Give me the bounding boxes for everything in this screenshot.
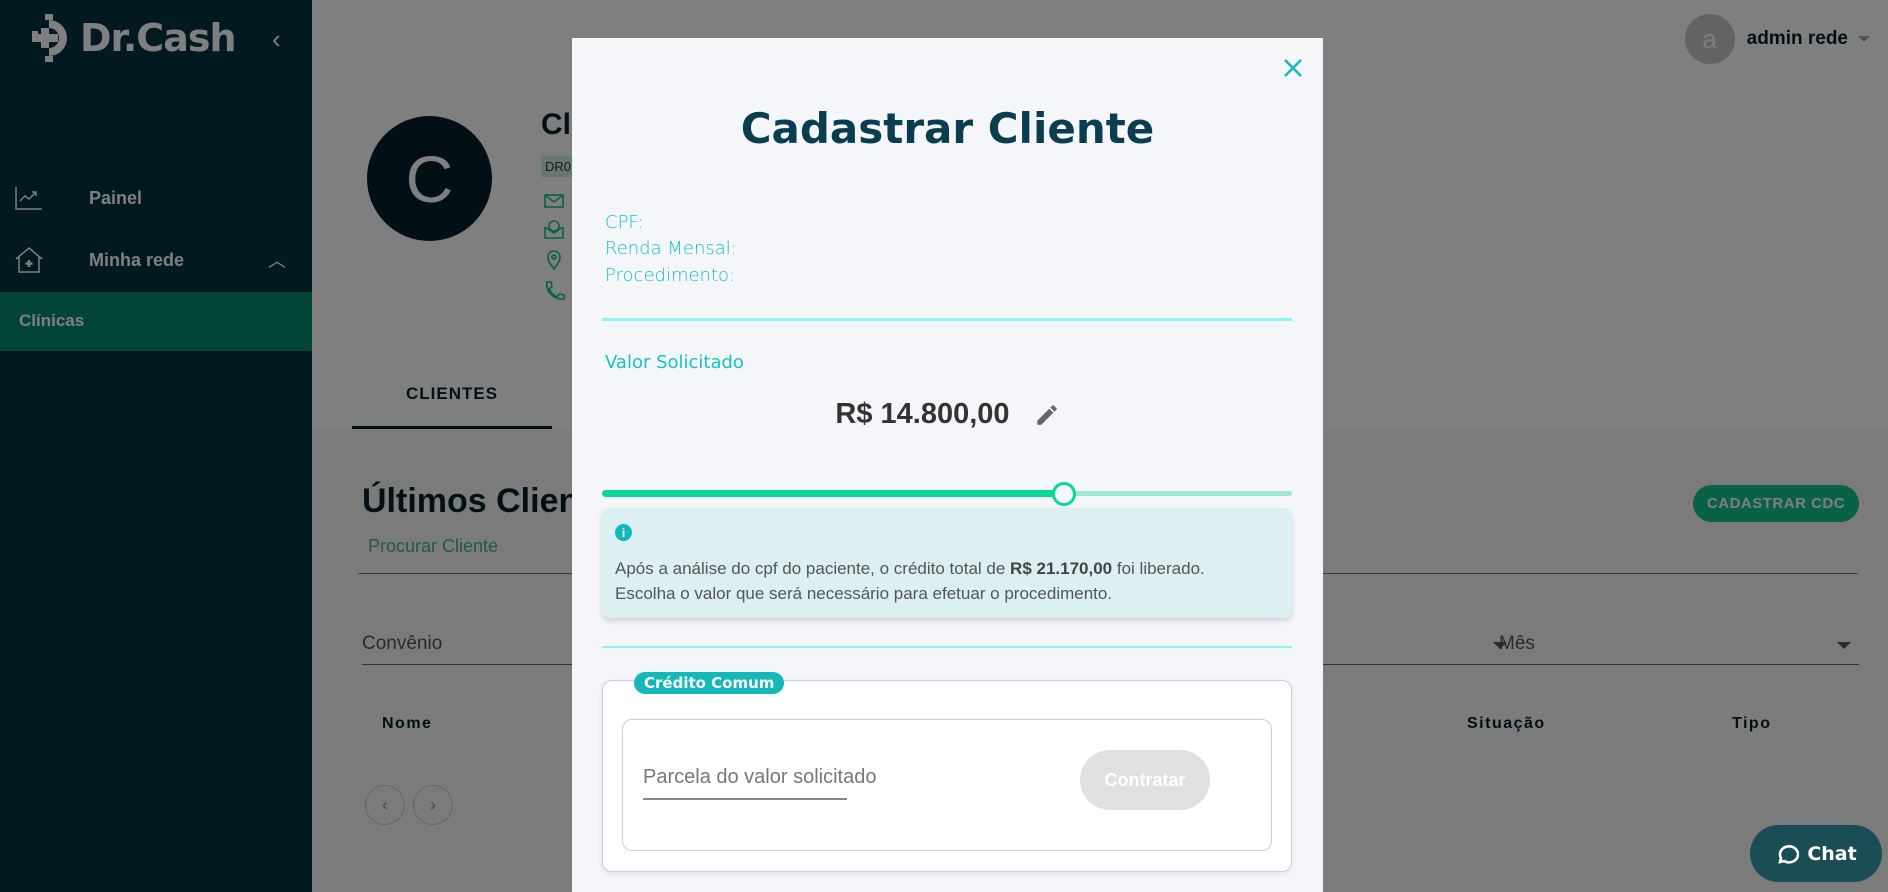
credit-total: R$ 21.170,00 bbox=[1010, 559, 1113, 578]
chat-label: Chat bbox=[1807, 842, 1857, 865]
divider bbox=[602, 318, 1292, 321]
close-modal-button[interactable] bbox=[1277, 52, 1309, 84]
info-icon: i bbox=[615, 524, 632, 541]
chat-button[interactable]: Chat bbox=[1750, 825, 1882, 882]
valor-solicitado-label: Valor Solicitado bbox=[605, 352, 744, 373]
credito-comum-tag: Crédito Comum bbox=[634, 672, 785, 694]
info-text: Após a análise do cpf do paciente, o cré… bbox=[615, 556, 1285, 606]
parcela-card: Parcela do valor solicitado Contratar bbox=[622, 719, 1272, 851]
modal-title: Cadastrar Cliente bbox=[740, 104, 1155, 153]
cadastrar-cliente-modal: Cadastrar Cliente CPF: Renda Mensal: Pro… bbox=[572, 38, 1323, 892]
slider-thumb[interactable] bbox=[1052, 482, 1077, 506]
procedimento-label: Procedimento: bbox=[605, 265, 736, 286]
chat-bubble-icon bbox=[1778, 844, 1800, 864]
valor-slider[interactable] bbox=[602, 482, 1292, 506]
close-icon bbox=[1284, 59, 1302, 77]
cpf-label: CPF: bbox=[605, 212, 644, 233]
edit-pencil-icon[interactable] bbox=[1034, 402, 1060, 428]
valor-display: R$ 14.800,00 bbox=[572, 398, 1323, 431]
parcela-placeholder: Parcela do valor solicitado bbox=[643, 766, 877, 788]
divider bbox=[602, 646, 1292, 648]
valor-amount: R$ 14.800,00 bbox=[835, 398, 1010, 430]
contratar-button[interactable]: Contratar bbox=[1080, 750, 1210, 810]
info-text-line2: Escolha o valor que será necessário para… bbox=[615, 584, 1113, 603]
info-text-before: Após a análise do cpf do paciente, o cré… bbox=[615, 559, 1011, 578]
credito-comum-card: Parcela do valor solicitado Contratar bbox=[602, 680, 1292, 872]
parcela-input[interactable]: Parcela do valor solicitado bbox=[643, 766, 876, 800]
credit-info-box: i Após a análise do cpf do paciente, o c… bbox=[602, 508, 1292, 618]
renda-mensal-label: Renda Mensal: bbox=[605, 238, 737, 259]
slider-fill bbox=[602, 490, 1065, 497]
info-text-after: foi liberado. bbox=[1112, 559, 1205, 578]
